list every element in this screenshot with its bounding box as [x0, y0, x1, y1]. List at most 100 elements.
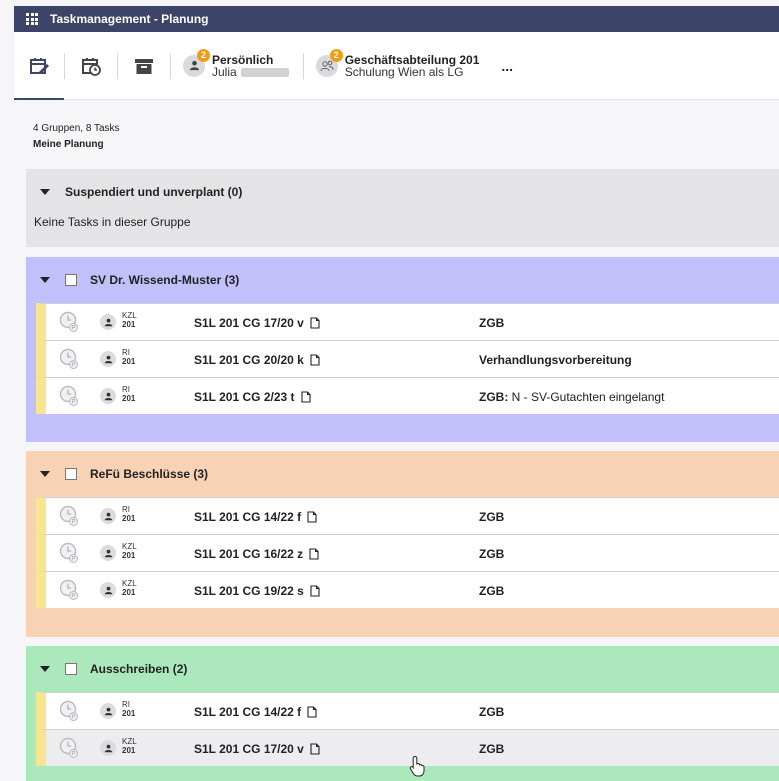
department-number: 201: [122, 514, 136, 523]
clock-icon[interactable]: [59, 737, 79, 759]
task-description: Verhandlungsvorbereitung: [479, 353, 632, 367]
group-checkbox[interactable]: [65, 468, 77, 480]
person-icon: [104, 549, 112, 557]
task-description: ZGB: [479, 584, 504, 598]
group-checkbox[interactable]: [65, 663, 77, 675]
task-type: Verhandlungsvorbereitung: [479, 353, 632, 367]
task-detail: N - SV-Gutachten eingelangt: [508, 390, 665, 404]
document-icon[interactable]: [310, 585, 320, 597]
task-row[interactable]: RI 201 S1L 201 CG 2/23 t ZGB: N - SV-Guta…: [36, 377, 779, 414]
role-label: RI: [122, 348, 130, 357]
toolbar: 2 Persönlich Julia 2 Geschäftsabteilung …: [14, 32, 779, 100]
clock-icon[interactable]: [59, 542, 79, 564]
task-type: ZGB: [479, 584, 505, 598]
person-icon: [189, 60, 199, 71]
task-description: ZGB: [479, 316, 504, 330]
document-icon[interactable]: [309, 548, 319, 560]
case-reference[interactable]: S1L 201 CG 14/22 f: [194, 510, 317, 524]
role-label: KZL: [122, 311, 137, 320]
clock-icon[interactable]: [59, 579, 79, 601]
document-icon[interactable]: [310, 743, 320, 755]
case-reference-text: S1L 201 CG 19/22 s: [194, 584, 304, 598]
context-personal[interactable]: 2 Persönlich Julia: [183, 48, 289, 78]
department-number: 201: [122, 357, 136, 366]
caret-down-icon[interactable]: [40, 471, 50, 477]
person-avatar: [100, 388, 116, 404]
calendar-clock-icon: [82, 57, 101, 76]
role-label: KZL: [122, 737, 137, 746]
more-button[interactable]: ...: [501, 58, 513, 74]
clock-icon[interactable]: [59, 505, 79, 527]
task-row[interactable]: KZL 201 S1L 201 CG 17/20 v ZGB: [36, 303, 779, 340]
role-label: RI: [122, 505, 130, 514]
role-code: KZL 201: [122, 542, 137, 560]
case-reference-text: S1L 201 CG 16/22 z: [194, 547, 304, 561]
group-header[interactable]: Ausschreiben (2): [26, 646, 779, 692]
task-row[interactable]: KZL 201 S1L 201 CG 17/20 v ZGB: [36, 729, 779, 766]
context-subtitle: Schulung Wien als LG: [344, 64, 464, 79]
task-description: ZGB: [479, 742, 504, 756]
summary-counts: 4 Gruppen, 8 Tasks: [33, 123, 120, 134]
clock-icon[interactable]: [59, 311, 79, 333]
case-reference[interactable]: S1L 201 CG 2/23 t: [194, 390, 311, 404]
person-icon: [104, 355, 112, 363]
clock-icon[interactable]: [59, 348, 79, 370]
redacted-name: [240, 67, 289, 77]
case-reference[interactable]: S1L 201 CG 17/20 v: [194, 316, 320, 330]
group-title: Suspendiert und unverplant (0): [65, 185, 243, 199]
group-title: SV Dr. Wissend-Muster (3): [90, 273, 240, 287]
clock-icon[interactable]: [59, 700, 79, 722]
case-reference[interactable]: S1L 201 CG 17/20 v: [194, 742, 320, 756]
group-sv-dr-wissend-muster: SV Dr. Wissend-Muster (3) KZL 201 S1L 201…: [26, 257, 779, 442]
task-row[interactable]: KZL 201 S1L 201 CG 16/22 z ZGB: [36, 534, 779, 571]
task-row[interactable]: RI 201 S1L 201 CG 14/22 f ZGB: [36, 692, 779, 729]
caret-down-icon[interactable]: [40, 189, 50, 195]
case-reference[interactable]: S1L 201 CG 19/22 s: [194, 584, 320, 598]
department-number: 201: [122, 394, 136, 403]
task-row[interactable]: RI 201 S1L 201 CG 14/22 f ZGB: [36, 497, 779, 534]
task-row[interactable]: RI 201 S1L 201 CG 20/20 k Verhandlungsvor…: [36, 340, 779, 377]
document-icon[interactable]: [307, 511, 317, 523]
group-checkbox[interactable]: [65, 274, 77, 286]
role-label: KZL: [122, 579, 137, 588]
caret-down-icon[interactable]: [40, 277, 50, 283]
person-icon: [104, 586, 112, 594]
group-header[interactable]: Suspendiert und unverplant (0): [26, 169, 779, 215]
hand-cursor-icon: [409, 755, 425, 777]
clock-icon[interactable]: [59, 385, 79, 407]
calendar-edit-icon: [30, 57, 49, 74]
task-type: ZGB: [479, 705, 505, 719]
role-code: KZL 201: [122, 311, 137, 329]
empty-group-message: Keine Tasks in dieser Gruppe: [34, 215, 191, 229]
app-title: Taskmanagement - Planung: [50, 12, 209, 26]
task-description: ZGB: [479, 547, 504, 561]
role-code: RI 201: [122, 505, 135, 523]
case-reference[interactable]: S1L 201 CG 14/22 f: [194, 705, 317, 719]
notification-badge: 2: [329, 48, 343, 62]
group-ausschreiben: Ausschreiben (2) RI 201 S1L 201 CG 14/22 …: [26, 646, 779, 781]
department-number: 201: [122, 746, 136, 755]
person-icon: [104, 392, 112, 400]
group-header[interactable]: SV Dr. Wissend-Muster (3): [26, 257, 779, 303]
archive-button[interactable]: [118, 32, 170, 100]
caret-down-icon[interactable]: [40, 666, 50, 672]
task-row[interactable]: KZL 201 S1L 201 CG 19/22 s ZGB: [36, 571, 779, 608]
context-department[interactable]: 2 Geschäftsabteilung 201 Schulung Wien a…: [315, 48, 479, 79]
document-icon[interactable]: [310, 317, 320, 329]
document-icon[interactable]: [307, 706, 317, 718]
case-reference[interactable]: S1L 201 CG 16/22 z: [194, 547, 319, 561]
case-reference[interactable]: S1L 201 CG 20/20 k: [194, 353, 320, 367]
task-type: ZGB: [479, 547, 505, 561]
case-reference-text: S1L 201 CG 2/23 t: [194, 390, 295, 404]
document-icon[interactable]: [310, 354, 320, 366]
person-avatar: [100, 582, 116, 598]
group-header[interactable]: ReFü Beschlüsse (3): [26, 451, 779, 497]
planning-view-button[interactable]: [14, 32, 64, 100]
schedule-view-button[interactable]: [65, 32, 117, 100]
group-title: ReFü Beschlüsse (3): [90, 467, 209, 481]
role-code: RI 201: [122, 700, 135, 718]
document-icon[interactable]: [300, 391, 311, 403]
group-title: Ausschreiben (2): [90, 662, 188, 676]
case-reference-text: S1L 201 CG 17/20 v: [194, 742, 304, 756]
app-grid-icon[interactable]: [26, 13, 38, 25]
